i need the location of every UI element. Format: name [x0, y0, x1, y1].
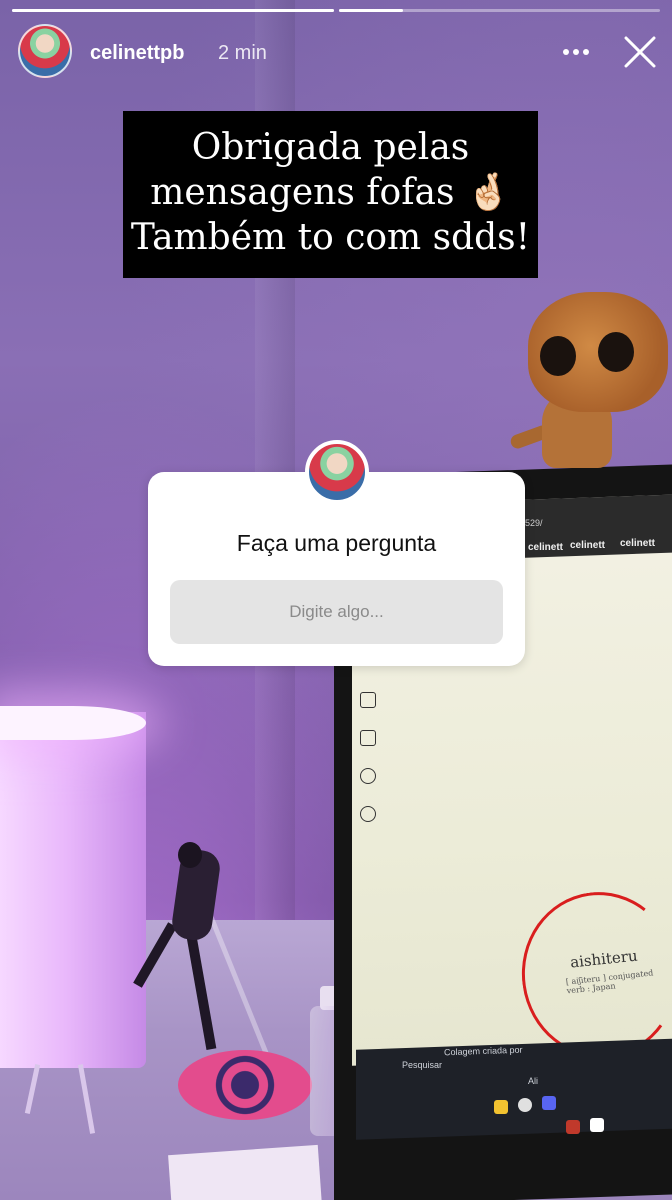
screen-tab: celinett [528, 542, 564, 553]
close-icon [624, 36, 656, 68]
taskbar-search: Pesquisar [402, 1060, 443, 1070]
question-title: Faça uma pergunta [236, 530, 437, 556]
story-progress-segment [12, 9, 334, 12]
screen-sidebar-icon [360, 806, 376, 822]
cat-eye [598, 332, 634, 372]
username[interactable]: celinettpb [90, 42, 184, 65]
collage-name: Ali [528, 1076, 539, 1086]
screen-sidebar-icon [360, 692, 376, 708]
lamp [0, 712, 146, 1068]
chrome-icon [518, 1098, 532, 1112]
caption-line: Também to com sdds! [130, 217, 531, 258]
close-button[interactable] [620, 32, 660, 72]
question-input[interactable] [170, 580, 503, 644]
post-time: 2 min [218, 42, 267, 64]
story-progress-segment [339, 9, 660, 12]
screen-tab: celinett [570, 540, 606, 551]
app-icon [590, 1118, 604, 1132]
notebook [168, 1144, 322, 1200]
lamp-top [0, 706, 146, 740]
more-options-icon [563, 49, 589, 55]
folder-icon [494, 1100, 508, 1114]
progress-fill [12, 9, 334, 12]
discord-icon [542, 1096, 556, 1110]
caption-line: mensagens fofas 🤞🏻 [150, 172, 511, 213]
story-caption: Obrigada pelas mensagens fofas 🤞🏻 Também… [123, 111, 538, 278]
more-options-button[interactable] [556, 32, 596, 72]
screen-tab: celinett [620, 538, 656, 549]
app-icon [566, 1120, 580, 1134]
figure-base [178, 1050, 312, 1120]
screen-sidebar-icon [360, 768, 376, 784]
progress-fill [339, 9, 404, 12]
figure-head [178, 842, 202, 868]
question-sticker-avatar [305, 440, 369, 504]
screen-sidebar-icon [360, 730, 376, 746]
cat-eye [540, 336, 576, 376]
avatar[interactable] [18, 24, 72, 78]
cat-figure [528, 292, 668, 412]
caption-line: Obrigada pelas [191, 127, 470, 168]
